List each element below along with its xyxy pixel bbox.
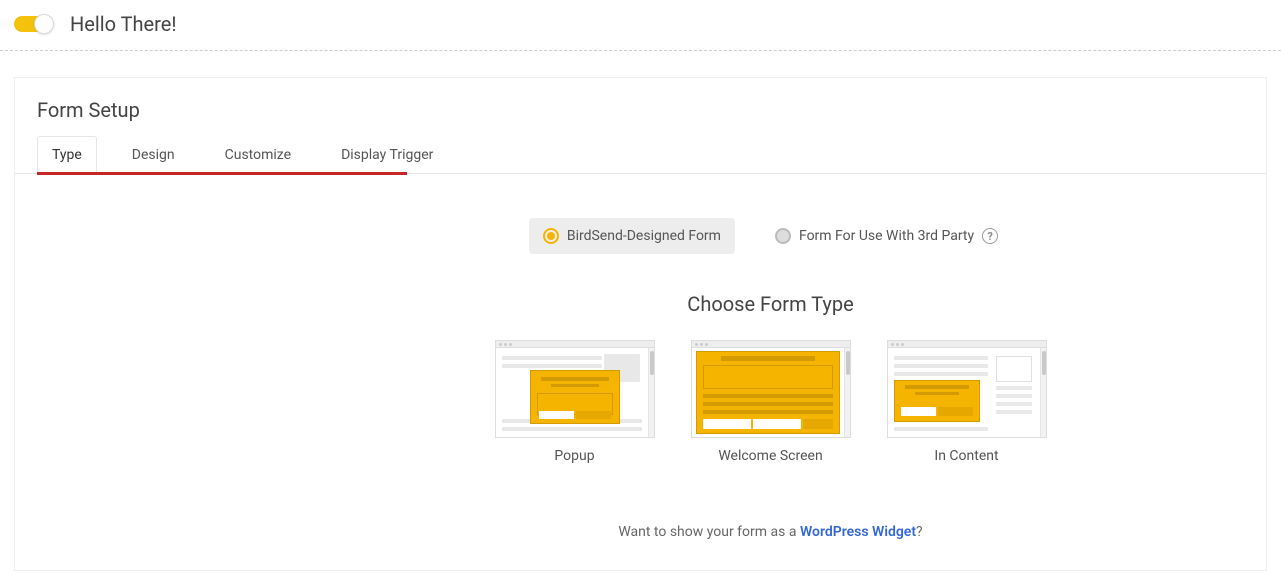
form-source-radio-group: BirdSend-Designed Form Form For Use With… bbox=[529, 218, 1012, 254]
browser-chrome-icon bbox=[888, 341, 1046, 348]
tab-label: Customize bbox=[225, 147, 291, 163]
form-setup-panel: Form Setup Type Design Customize Display… bbox=[14, 77, 1267, 571]
tab-display-trigger[interactable]: Display Trigger bbox=[326, 136, 448, 173]
radio-selected-icon bbox=[543, 228, 559, 244]
tab-type[interactable]: Type bbox=[37, 136, 97, 174]
incontent-preview bbox=[887, 340, 1047, 438]
form-type-label: In Content bbox=[934, 448, 998, 464]
radio-label: Form For Use With 3rd Party bbox=[799, 228, 974, 244]
form-type-cards: Popup bbox=[495, 340, 1047, 464]
radio-unselected-icon bbox=[775, 228, 791, 244]
form-type-popup[interactable]: Popup bbox=[495, 340, 655, 464]
popup-box-icon bbox=[530, 370, 620, 424]
sidebar-icon bbox=[996, 356, 1032, 426]
wordpress-widget-prompt: Want to show your form as a WordPress Wi… bbox=[618, 524, 922, 540]
tab-label: Design bbox=[132, 147, 175, 163]
preview-body bbox=[692, 348, 844, 437]
toggle-knob bbox=[34, 14, 54, 34]
preview-body bbox=[888, 348, 1040, 437]
enable-toggle[interactable] bbox=[14, 16, 52, 32]
tabs: Type Design Customize Display Trigger bbox=[37, 136, 1244, 173]
form-type-in-content[interactable]: In Content bbox=[887, 340, 1047, 464]
welcome-preview bbox=[691, 340, 851, 438]
header-row: Hello There! bbox=[0, 0, 1281, 51]
scrollbar-icon bbox=[648, 348, 654, 437]
tab-label: Type bbox=[52, 147, 82, 163]
form-type-label: Popup bbox=[554, 448, 594, 464]
tabs-container: Type Design Customize Display Trigger bbox=[15, 136, 1266, 174]
help-icon[interactable]: ? bbox=[982, 228, 998, 244]
tabs-underline bbox=[37, 172, 407, 175]
panel-title: Form Setup bbox=[15, 78, 1266, 136]
scrollbar-icon bbox=[1040, 348, 1046, 437]
footer-prefix: Want to show your form as a bbox=[618, 524, 800, 540]
welcome-box-icon bbox=[696, 351, 840, 434]
tab-content-type: BirdSend-Designed Form Form For Use With… bbox=[15, 174, 1266, 570]
radio-third-party[interactable]: Form For Use With 3rd Party ? bbox=[761, 218, 1012, 254]
footer-suffix: ? bbox=[916, 524, 923, 540]
radio-label: BirdSend-Designed Form bbox=[567, 228, 721, 244]
tab-customize[interactable]: Customize bbox=[210, 136, 306, 173]
radio-birdsend-designed[interactable]: BirdSend-Designed Form bbox=[529, 218, 735, 254]
page-title: Hello There! bbox=[70, 12, 176, 36]
incontent-box-icon bbox=[894, 380, 980, 422]
popup-preview bbox=[495, 340, 655, 438]
browser-chrome-icon bbox=[692, 341, 850, 348]
choose-form-type-heading: Choose Form Type bbox=[687, 292, 853, 316]
form-type-welcome-screen[interactable]: Welcome Screen bbox=[691, 340, 851, 464]
browser-chrome-icon bbox=[496, 341, 654, 348]
form-type-label: Welcome Screen bbox=[718, 448, 822, 464]
scrollbar-icon bbox=[844, 348, 850, 437]
tab-label: Display Trigger bbox=[341, 147, 433, 163]
preview-body bbox=[496, 348, 648, 437]
wordpress-widget-link[interactable]: WordPress Widget bbox=[800, 524, 916, 540]
tab-design[interactable]: Design bbox=[117, 136, 190, 173]
